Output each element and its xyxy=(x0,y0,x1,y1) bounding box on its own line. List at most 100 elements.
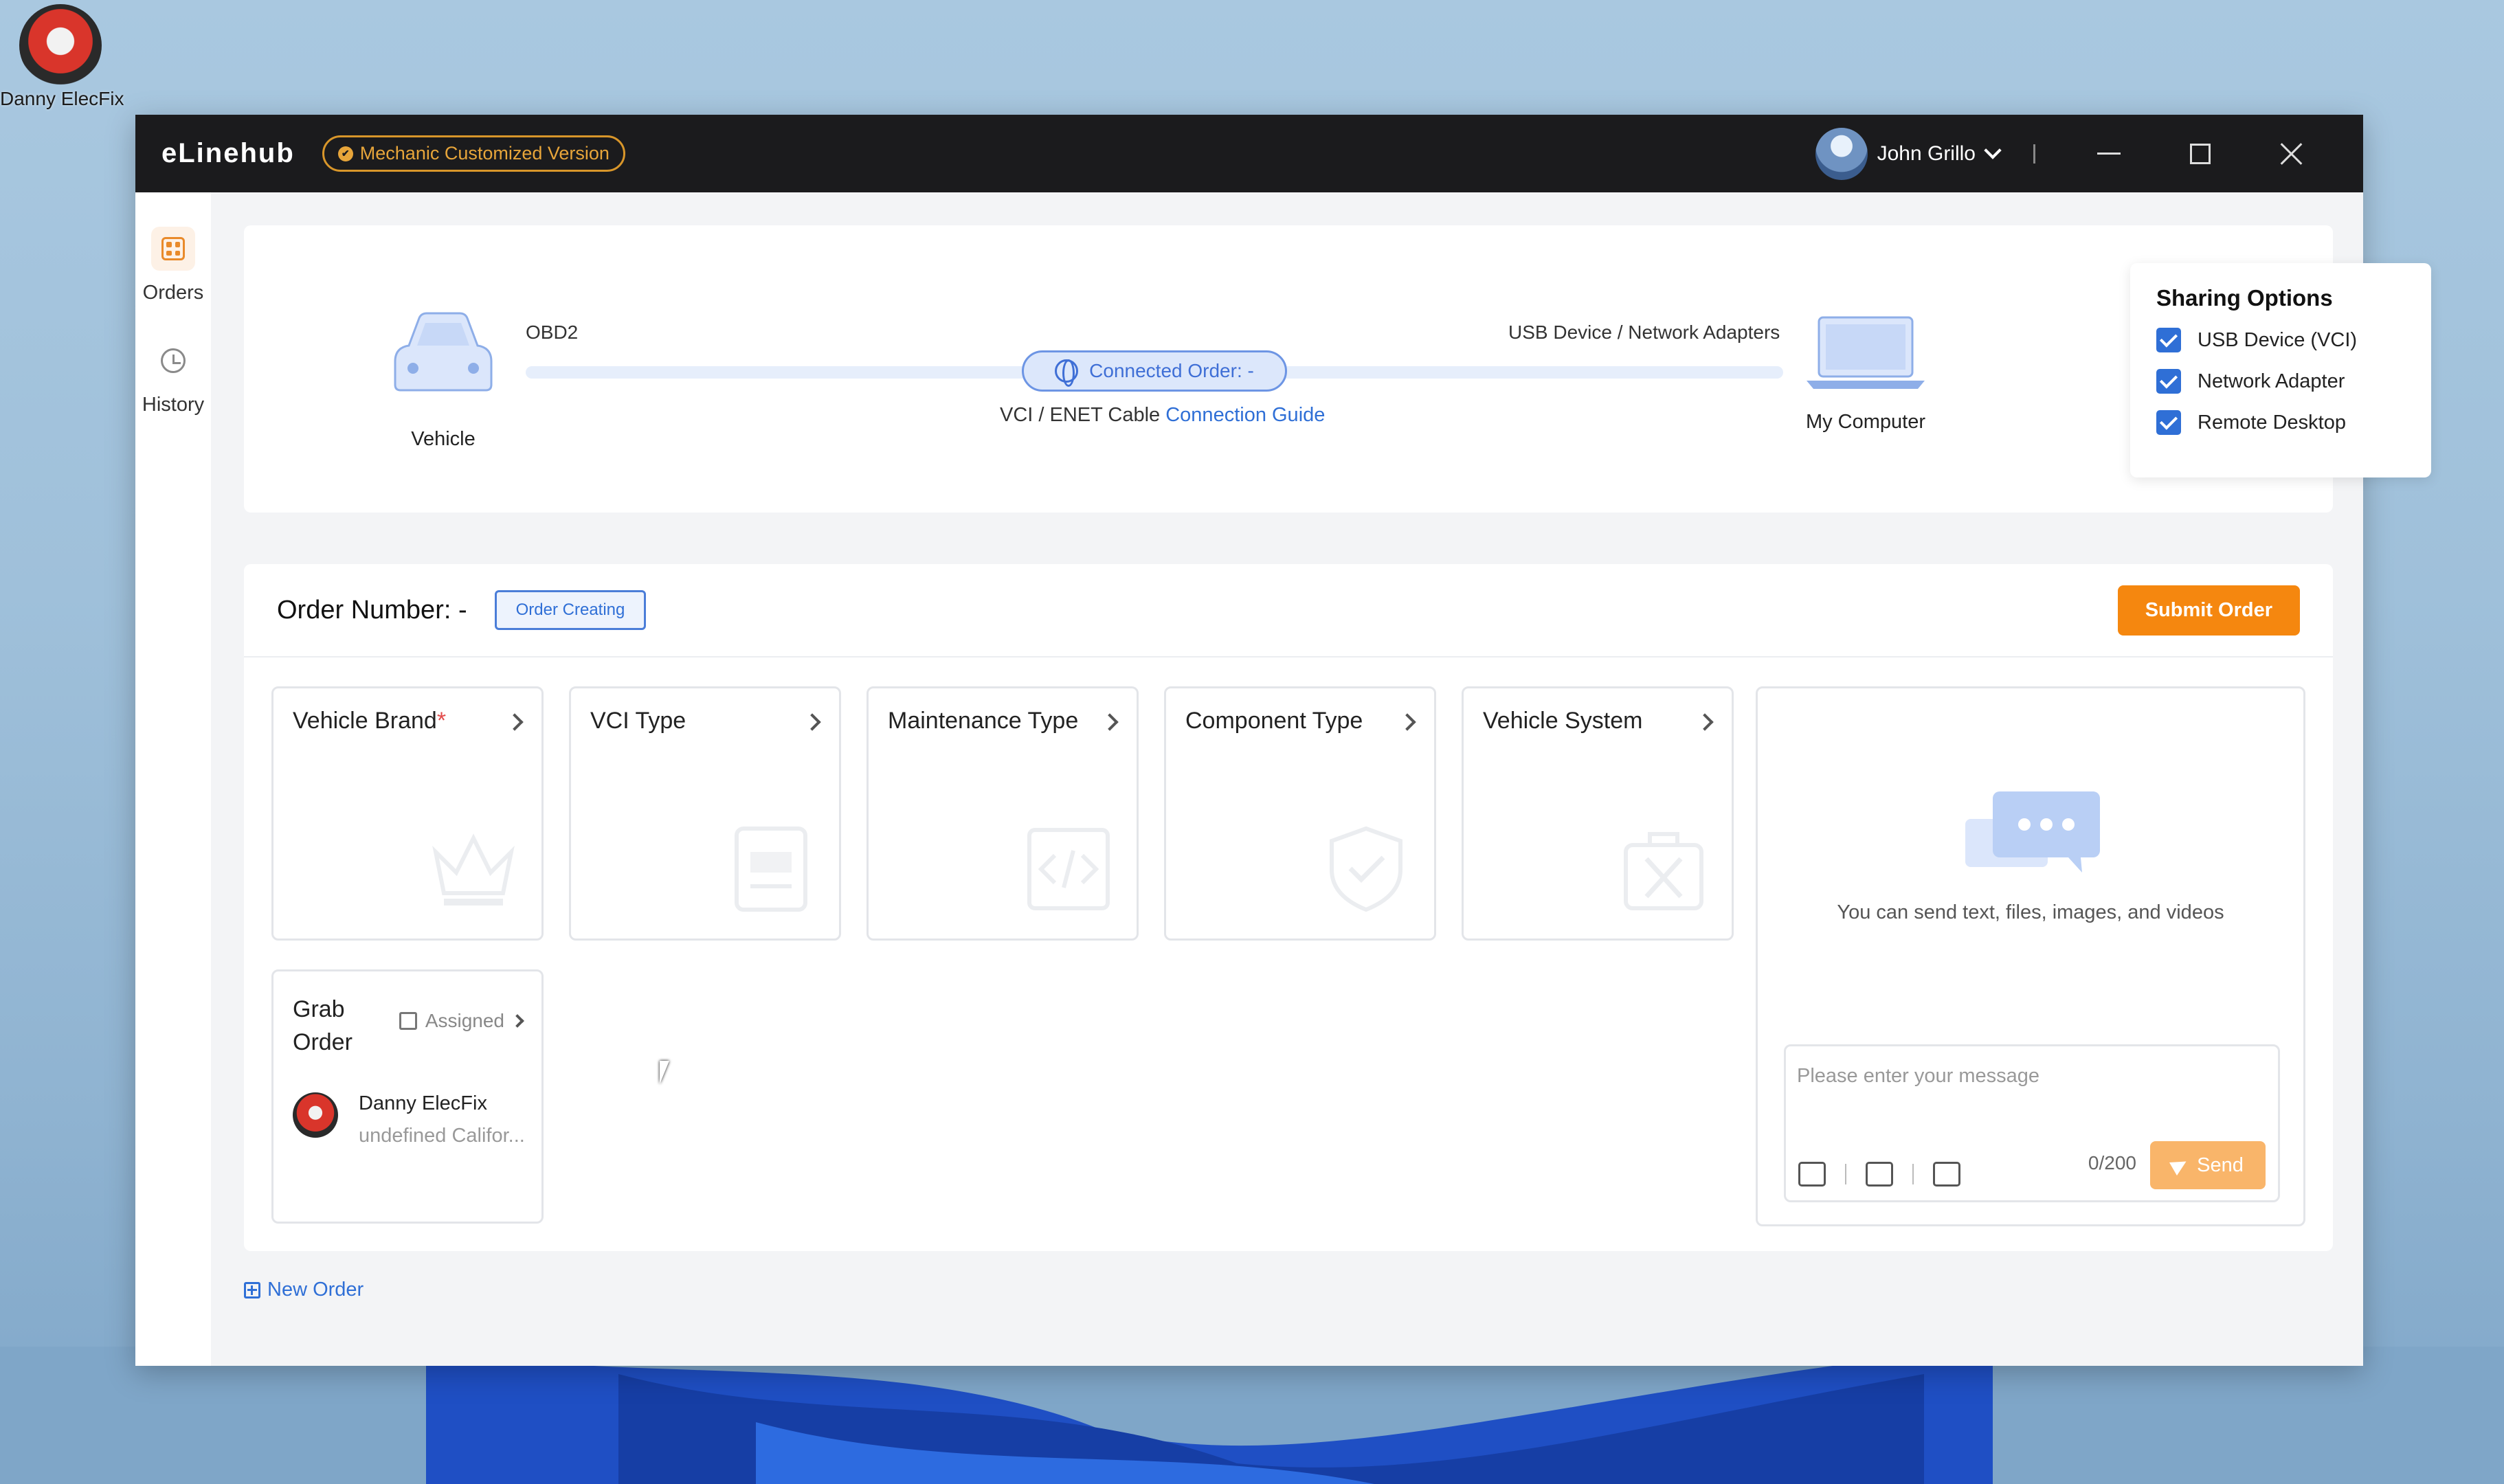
user-location: undefined Califor... xyxy=(359,1125,525,1147)
sidebar: Orders History xyxy=(135,192,211,1366)
close-icon xyxy=(2280,142,2303,166)
status-badge: Order Creating xyxy=(494,590,647,630)
chevron-down-icon[interactable] xyxy=(1984,141,2002,159)
character-counter: 0/200 xyxy=(2088,1152,2136,1173)
checkbox-checked[interactable] xyxy=(2156,328,2181,352)
card-title-text: Maintenance Type xyxy=(888,708,1079,734)
desktop-shortcut-label: Danny ElecFix xyxy=(0,88,124,109)
connection-panel: Vehicle OBD2 USB Device / Network Adapte… xyxy=(244,225,2431,513)
sharing-option-remote-desktop[interactable]: Remote Desktop xyxy=(2156,410,2405,435)
card-maintenance-type[interactable]: Maintenance Type xyxy=(867,686,1139,941)
card-component-type[interactable]: Component Type xyxy=(1164,686,1436,941)
image-icon[interactable] xyxy=(1866,1162,1893,1187)
connected-order-pill: Connected Order: - xyxy=(1022,350,1287,392)
grid-icon xyxy=(161,237,185,260)
card-title: Vehicle Brand* xyxy=(293,708,446,734)
desktop-wallpaper xyxy=(0,1347,2504,1484)
chevron-right-icon xyxy=(1398,713,1416,731)
verified-icon: ✔ xyxy=(337,146,353,161)
computer-label: My Computer xyxy=(1805,411,1926,433)
divider xyxy=(1912,1164,1914,1184)
send-icon xyxy=(2169,1154,2191,1176)
chevron-right-icon xyxy=(1101,713,1119,731)
card-title-text: VCI Type xyxy=(590,708,686,734)
maximize-icon xyxy=(2189,143,2211,164)
message-input[interactable] xyxy=(1797,1059,2264,1093)
adapters-label: USB Device / Network Adapters xyxy=(1508,322,1780,343)
order-header: Order Number: - Order Creating Submit Or… xyxy=(244,564,2333,657)
laptop-icon xyxy=(1807,316,1925,389)
card-title-text: Component Type xyxy=(1185,708,1363,734)
chat-hint: You can send text, files, images, and vi… xyxy=(1837,901,2224,923)
chevron-right-icon xyxy=(506,713,524,731)
new-order-link[interactable]: New Order xyxy=(244,1279,364,1301)
divider xyxy=(2033,144,2035,164)
card-vehicle-system[interactable]: Vehicle System xyxy=(1462,686,1734,941)
chat-bubble-icon xyxy=(1965,791,2100,873)
card-title: Component Type xyxy=(1185,708,1363,734)
version-badge: ✔ Mechanic Customized Version xyxy=(322,135,625,172)
minimize-icon xyxy=(2097,153,2121,155)
chevron-right-icon xyxy=(803,713,821,731)
cable-info: VCI / ENET Cable Connection Guide xyxy=(1000,404,1325,427)
avatar xyxy=(293,1092,338,1138)
order-panel: Order Number: - Order Creating Submit Or… xyxy=(244,564,2333,1251)
assigned-link[interactable]: Assigned xyxy=(399,1010,524,1032)
close-button[interactable] xyxy=(2246,115,2337,192)
attach-file-icon[interactable] xyxy=(1798,1162,1826,1187)
chevron-right-icon xyxy=(1696,713,1714,731)
video-icon[interactable] xyxy=(1933,1162,1960,1187)
chevron-right-icon xyxy=(511,1014,524,1028)
vehicle-label: Vehicle xyxy=(411,428,476,450)
submit-order-button[interactable]: Submit Order xyxy=(2117,585,2300,636)
minimize-button[interactable] xyxy=(2063,115,2154,192)
checkbox-checked[interactable] xyxy=(2156,369,2181,394)
sharing-option-label: USB Device (VCI) xyxy=(2198,328,2358,351)
maximize-button[interactable] xyxy=(2154,115,2246,192)
mouse-cursor xyxy=(660,1061,669,1084)
checkbox-checked[interactable] xyxy=(2156,410,2181,435)
card-title-text: Vehicle System xyxy=(1483,708,1643,734)
sharing-option-network[interactable]: Network Adapter xyxy=(2156,369,2405,394)
connected-order-label: Connected Order: - xyxy=(1089,360,1254,381)
sidebar-item-label: History xyxy=(142,394,205,416)
sharing-option-label: Network Adapter xyxy=(2198,370,2345,392)
message-composer: 0/200 Send xyxy=(1784,1044,2280,1202)
card-title: VCI Type xyxy=(590,708,686,734)
vehicle-icon xyxy=(394,312,493,392)
sharing-option-usb[interactable]: USB Device (VCI) xyxy=(2156,328,2405,352)
grab-order-card[interactable]: Grab Order Assigned Danny ElecFix undefi… xyxy=(271,969,544,1224)
divider xyxy=(1845,1164,1846,1184)
code-icon xyxy=(1027,828,1110,910)
required-marker: * xyxy=(436,708,447,734)
chat-panel: You can send text, files, images, and vi… xyxy=(1756,686,2305,1226)
username[interactable]: John Grillo xyxy=(1877,142,1976,166)
sidebar-item-label: Orders xyxy=(142,282,204,304)
new-order-label: New Order xyxy=(267,1279,364,1301)
connection-guide-link[interactable]: Connection Guide xyxy=(1165,404,1325,426)
sharing-options-panel: Sharing Options USB Device (VCI) Network… xyxy=(2130,263,2431,477)
sidebar-item-orders[interactable]: Orders xyxy=(135,227,211,304)
grab-order-title: Grab Order xyxy=(293,996,353,1055)
app-window: eLinehub ✔ Mechanic Customized Version J… xyxy=(135,115,2431,1366)
card-title-text: Vehicle Brand xyxy=(293,708,437,734)
sharing-option-label: Remote Desktop xyxy=(2198,411,2346,434)
send-button[interactable]: Send xyxy=(2150,1141,2266,1189)
app-name: eLinehub xyxy=(161,138,295,168)
card-vehicle-brand[interactable]: Vehicle Brand* xyxy=(271,686,544,941)
crown-icon xyxy=(432,833,515,906)
obd2-label: OBD2 xyxy=(526,322,579,343)
sidebar-item-history[interactable]: History xyxy=(135,339,211,416)
send-label: Send xyxy=(2197,1154,2244,1176)
order-number: Order Number: - xyxy=(277,595,467,625)
add-icon xyxy=(244,1281,260,1298)
title-bar: eLinehub ✔ Mechanic Customized Version J… xyxy=(135,115,2363,192)
clock-icon xyxy=(161,348,186,373)
card-title: Maintenance Type xyxy=(888,708,1078,734)
sharing-options-title: Sharing Options xyxy=(2156,285,2333,311)
avatar[interactable] xyxy=(1815,127,1868,180)
desktop-shortcut[interactable]: Danny ElecFix xyxy=(0,4,124,110)
version-badge-label: Mechanic Customized Version xyxy=(359,143,610,164)
card-title: Vehicle System xyxy=(1483,708,1642,734)
card-vci-type[interactable]: VCI Type xyxy=(569,686,841,941)
